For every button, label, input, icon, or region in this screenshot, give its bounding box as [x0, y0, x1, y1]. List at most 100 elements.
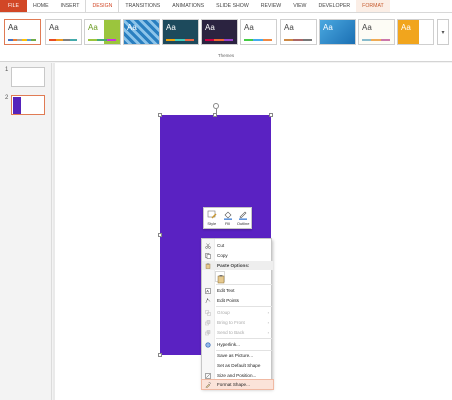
- theme-preview-text: Aa: [127, 23, 137, 32]
- theme-4[interactable]: Aa: [123, 19, 160, 45]
- menu-item-group: Group ›: [202, 308, 273, 317]
- edit-points-icon: [205, 298, 211, 303]
- menu-separator: [216, 338, 272, 339]
- menu-item-format-shape[interactable]: Format Shape...: [201, 379, 274, 390]
- menu-item-label: Format Shape...: [217, 382, 250, 387]
- pencil-icon: [239, 211, 248, 220]
- svg-text:A: A: [206, 288, 209, 293]
- menu-separator: [216, 306, 272, 307]
- submenu-arrow-icon: ›: [267, 310, 269, 315]
- theme-7[interactable]: Aa: [240, 19, 277, 45]
- menu-item-label: Cut: [217, 243, 225, 248]
- theme-preview-text: Aa: [8, 23, 18, 32]
- resize-handle-bottom-left[interactable]: [158, 353, 162, 357]
- theme-8[interactable]: Aa: [280, 19, 317, 45]
- paste-keep-formatting-button[interactable]: [215, 271, 225, 284]
- menu-item-label: Set as Default Shape: [217, 363, 261, 368]
- menu-header-paste-options: Paste Options:: [202, 261, 273, 270]
- resize-handle-top-left[interactable]: [158, 113, 162, 117]
- menu-item-label: Copy: [217, 253, 228, 258]
- tab-review[interactable]: REVIEW: [255, 0, 287, 12]
- style-label: Style: [207, 221, 217, 226]
- menu-item-hyperlink[interactable]: Hyperlink...: [202, 340, 273, 349]
- slide-thumbnail-2[interactable]: [11, 95, 45, 115]
- group-icon: [205, 309, 211, 316]
- theme-preview-text: Aa: [88, 23, 98, 32]
- slide-number: 2: [5, 95, 9, 101]
- clipboard-icon: [205, 263, 211, 269]
- hyperlink-icon: [205, 341, 211, 348]
- menu-item-edit-points[interactable]: Edit Points: [202, 296, 273, 305]
- menu-item-label: Save as Picture...: [217, 353, 254, 358]
- chevron-down-icon: ▾: [441, 30, 445, 36]
- context-menu: Cut Copy Paste Options: A Edit Text Edit…: [201, 238, 274, 390]
- tab-developer[interactable]: DEVELOPER: [312, 0, 356, 12]
- menu-item-copy[interactable]: Copy: [202, 251, 273, 260]
- tab-slide-show[interactable]: SLIDE SHOW: [210, 0, 255, 12]
- theme-office[interactable]: Aa: [4, 19, 41, 45]
- theme-preview-text: Aa: [284, 23, 294, 32]
- slide-thumbnail-1[interactable]: [11, 67, 45, 87]
- scissors-icon: [205, 242, 211, 249]
- menu-item-bring-to-front: Bring to Front ›: [202, 318, 273, 327]
- menu-item-label: Edit Points: [217, 298, 239, 303]
- shape-style-button[interactable]: Style: [204, 208, 220, 228]
- tab-view[interactable]: VIEW: [287, 0, 312, 12]
- theme-2[interactable]: Aa: [45, 19, 82, 45]
- theme-preview-text: Aa: [401, 23, 411, 32]
- text-box-icon: A: [205, 287, 211, 294]
- submenu-arrow-icon: ›: [267, 330, 269, 335]
- theme-11[interactable]: Aa: [397, 19, 434, 45]
- theme-6[interactable]: Aa: [201, 19, 238, 45]
- menu-item-cut[interactable]: Cut: [202, 241, 273, 250]
- theme-preview-text: Aa: [205, 23, 215, 32]
- shape-fill-button[interactable]: Fill: [220, 208, 236, 228]
- menu-item-label: Bring to Front: [217, 320, 245, 325]
- theme-preview-text: Aa: [323, 23, 333, 32]
- bring-to-front-icon: [205, 319, 211, 325]
- resize-handle-left[interactable]: [158, 233, 162, 237]
- ribbon-tabs: FILE HOME INSERT DESIGN TRANSITIONS ANIM…: [0, 0, 452, 12]
- tab-animations[interactable]: ANIMATIONS: [166, 0, 210, 12]
- tab-design[interactable]: DESIGN: [85, 0, 120, 12]
- theme-preview-text: Aa: [362, 23, 372, 32]
- submenu-arrow-icon: ›: [267, 320, 269, 325]
- menu-item-send-to-back: Send to Back ›: [202, 328, 273, 337]
- theme-9[interactable]: Aa: [319, 19, 356, 45]
- menu-item-size-and-position[interactable]: Size and Position...: [202, 371, 273, 380]
- menu-item-set-default-shape[interactable]: Set as Default Shape: [202, 361, 273, 370]
- shape-style-icon: [207, 210, 217, 219]
- menu-item-label: Send to Back: [217, 330, 245, 335]
- paint-bucket-icon: [223, 211, 232, 220]
- tab-format[interactable]: FORMAT: [356, 0, 390, 12]
- tab-insert[interactable]: INSERT: [55, 0, 86, 12]
- tab-home[interactable]: HOME: [27, 0, 55, 12]
- theme-10[interactable]: Aa: [358, 19, 395, 45]
- resize-handle-top-right[interactable]: [269, 113, 273, 117]
- tab-file[interactable]: FILE: [0, 0, 27, 12]
- gallery-more-button[interactable]: ▾: [437, 19, 449, 45]
- menu-separator: [216, 284, 272, 285]
- themes-gallery: Aa Aa Aa Aa Aa Aa Aa Aa Aa Aa Aa ▾ Theme…: [0, 12, 452, 62]
- menu-item-label: Hyperlink...: [217, 342, 240, 347]
- slide-thumbnails-pane: 1 2: [0, 63, 52, 400]
- menu-item-edit-text[interactable]: A Edit Text: [202, 286, 273, 295]
- theme-preview-text: Aa: [49, 23, 59, 32]
- menu-item-label: Edit Text: [217, 288, 235, 293]
- menu-item-label: Size and Position...: [217, 373, 257, 378]
- tab-transitions[interactable]: TRANSITIONS: [119, 0, 166, 12]
- format-shape-icon: [205, 381, 211, 388]
- mini-toolbar: Style Fill Outline: [203, 207, 252, 229]
- menu-item-save-as-picture[interactable]: Save as Picture...: [202, 351, 273, 360]
- theme-5[interactable]: Aa: [162, 19, 199, 45]
- outline-label: Outline: [236, 221, 250, 226]
- theme-3[interactable]: Aa: [84, 19, 121, 45]
- theme-preview-text: Aa: [244, 23, 254, 32]
- send-to-back-icon: [205, 329, 211, 335]
- shape-outline-button[interactable]: Outline: [235, 208, 251, 228]
- copy-icon: [205, 252, 211, 259]
- theme-preview-text: Aa: [166, 23, 176, 32]
- thumbnail-shape: [13, 97, 21, 114]
- fill-label: Fill: [224, 221, 231, 226]
- resize-handle-top[interactable]: [213, 113, 217, 117]
